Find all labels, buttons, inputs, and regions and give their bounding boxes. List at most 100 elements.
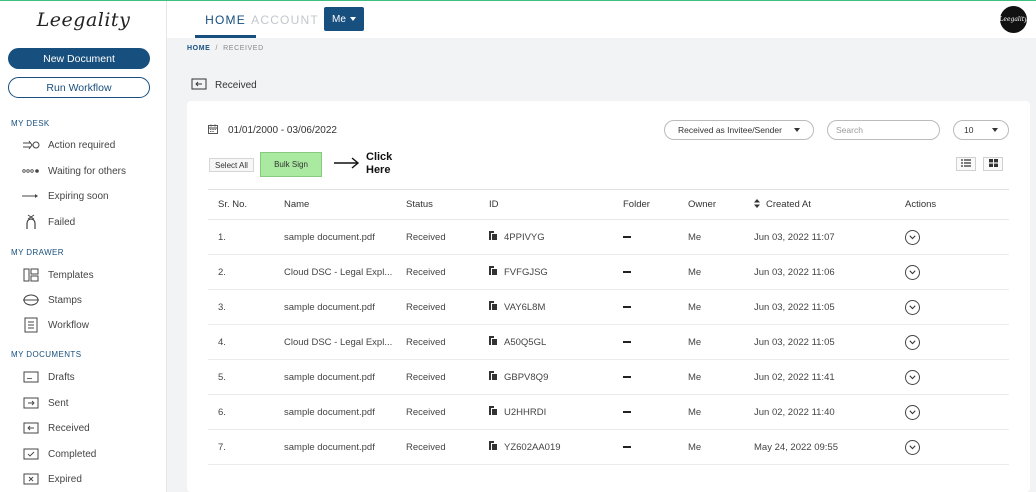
expired-icon (22, 472, 40, 486)
table-row[interactable]: 7. sample document.pdf Received YZ602AA0… (208, 430, 1009, 465)
per-page-select[interactable]: 10 (953, 120, 1009, 140)
row-folder (623, 325, 631, 359)
new-document-button[interactable]: New Document (8, 48, 150, 69)
chevron-down-icon (909, 302, 916, 313)
row-owner: Me (688, 266, 702, 278)
row-actions-button[interactable] (905, 439, 920, 455)
avatar[interactable]: Leegality (999, 6, 1028, 33)
select-all-button[interactable]: Select All (209, 158, 254, 172)
arrow-right-icon (334, 157, 360, 169)
copy-icon[interactable] (489, 336, 497, 348)
date-range-picker[interactable]: 01/01/2000 - 03/06/2022 (208, 123, 337, 137)
row-status: Received (406, 231, 446, 243)
row-document-id: GBPV8Q9 (489, 360, 548, 394)
grid-view-button[interactable] (983, 157, 1003, 171)
row-owner: Me (688, 371, 702, 383)
sidebar-item-expired[interactable]: Expired (22, 470, 82, 488)
row-document-name[interactable]: Cloud DSC - Legal Expl... (284, 255, 392, 289)
caret-down-icon (349, 17, 356, 21)
row-folder (623, 220, 631, 254)
copy-icon[interactable] (489, 301, 497, 313)
table-row[interactable]: 5. sample document.pdf Received GBPV8Q9 … (208, 360, 1009, 395)
grid-view-icon (988, 158, 998, 170)
row-document-name[interactable]: sample document.pdf (284, 430, 375, 464)
row-document-name[interactable]: sample document.pdf (284, 290, 375, 324)
chevron-down-icon (909, 442, 916, 453)
row-status: Received (406, 406, 446, 418)
calendar-icon (208, 124, 218, 137)
row-created-at: Jun 03, 2022 11:05 (754, 301, 835, 313)
table-row[interactable]: 2. Cloud DSC - Legal Expl... Received FV… (208, 255, 1009, 290)
sidebar-item-received[interactable]: Received (22, 419, 90, 437)
breadcrumb-home[interactable]: HOME (187, 45, 210, 52)
row-owner: Me (688, 441, 702, 453)
run-workflow-button[interactable]: Run Workflow (8, 77, 150, 98)
table-row[interactable]: 6. sample document.pdf Received U2HHRDI … (208, 395, 1009, 430)
row-status: Received (406, 371, 446, 383)
row-created-at: Jun 03, 2022 11:05 (754, 336, 835, 348)
row-actions-button[interactable] (905, 299, 920, 315)
empty-dash-icon (623, 271, 631, 273)
received-filter-select[interactable]: Received as Invitee/Sender (664, 120, 814, 140)
sidebar-item-expiring-soon[interactable]: Expiring soon (22, 187, 109, 205)
empty-dash-icon (623, 306, 631, 308)
sidebar-item-stamps[interactable]: Stamps (22, 291, 82, 309)
row-actions-button[interactable] (905, 229, 920, 245)
search-input[interactable] (827, 120, 940, 140)
row-document-id: A50Q5GL (489, 325, 546, 359)
row-actions-button[interactable] (905, 264, 920, 280)
row-status: Received (406, 266, 446, 278)
header-created-at[interactable]: Created At (754, 190, 811, 219)
copy-icon[interactable] (489, 441, 497, 453)
tab-account[interactable]: ACCOUNT (245, 1, 325, 38)
breadcrumb-current: RECEIVED (223, 45, 264, 52)
logo[interactable]: Leegality (0, 1, 167, 38)
sidebar-item-waiting-for-others[interactable]: Waiting for others (22, 162, 126, 180)
row-created-at: Jun 02, 2022 11:41 (754, 371, 835, 383)
copy-icon[interactable] (489, 371, 497, 383)
row-document-name[interactable]: Cloud DSC - Legal Expl... (284, 325, 392, 359)
sidebar-item-workflow[interactable]: Workflow (22, 316, 89, 334)
row-actions-button[interactable] (905, 334, 920, 350)
sort-icon[interactable] (754, 198, 760, 211)
row-folder (623, 255, 631, 289)
row-actions-button[interactable] (905, 404, 920, 420)
sidebar-item-completed[interactable]: Completed (22, 445, 96, 463)
row-document-name[interactable]: sample document.pdf (284, 220, 375, 254)
row-document-name[interactable]: sample document.pdf (284, 395, 375, 429)
sidebar-item-templates[interactable]: Templates (22, 266, 94, 284)
me-dropdown-button[interactable]: Me (324, 7, 364, 31)
row-status: Received (406, 441, 446, 453)
row-actions-button[interactable] (905, 369, 920, 385)
completed-icon (22, 447, 40, 461)
sidebar-item-drafts[interactable]: Drafts (22, 368, 75, 386)
row-document-name[interactable]: sample document.pdf (284, 360, 375, 394)
row-folder (623, 430, 631, 464)
bulk-sign-button[interactable]: Bulk Sign (260, 152, 322, 177)
failed-icon (22, 214, 40, 229)
list-view-button[interactable] (956, 157, 976, 171)
sidebar-item-action-required[interactable]: Action required (22, 136, 115, 154)
copy-icon[interactable] (489, 266, 497, 278)
row-actions (905, 220, 920, 254)
top-header: HOME ACCOUNT Me Leegality (167, 1, 1036, 38)
empty-dash-icon (623, 376, 631, 378)
section-title-my-desk: MY DESK (11, 119, 50, 128)
copy-icon[interactable] (489, 231, 497, 243)
row-sr-no: 3. (218, 301, 226, 313)
row-folder (623, 360, 631, 394)
waiting-icon (22, 164, 40, 178)
copy-icon[interactable] (489, 406, 497, 418)
sidebar-item-failed[interactable]: Failed (22, 213, 75, 231)
table-row[interactable]: 3. sample document.pdf Received VAY6L8M … (208, 290, 1009, 325)
row-document-id: YZ602AA019 (489, 430, 561, 464)
row-document-id: U2HHRDI (489, 395, 546, 429)
sidebar-item-sent[interactable]: Sent (22, 394, 69, 412)
empty-dash-icon (623, 411, 631, 413)
row-created-at: Jun 02, 2022 11:40 (754, 406, 835, 418)
row-owner: Me (688, 406, 702, 418)
row-sr-no: 1. (218, 231, 226, 243)
table-row[interactable]: 4. Cloud DSC - Legal Expl... Received A5… (208, 325, 1009, 360)
table-row[interactable]: 1. sample document.pdf Received 4PPIVYG … (208, 220, 1009, 255)
row-created-at: Jun 03, 2022 11:07 (754, 231, 835, 243)
